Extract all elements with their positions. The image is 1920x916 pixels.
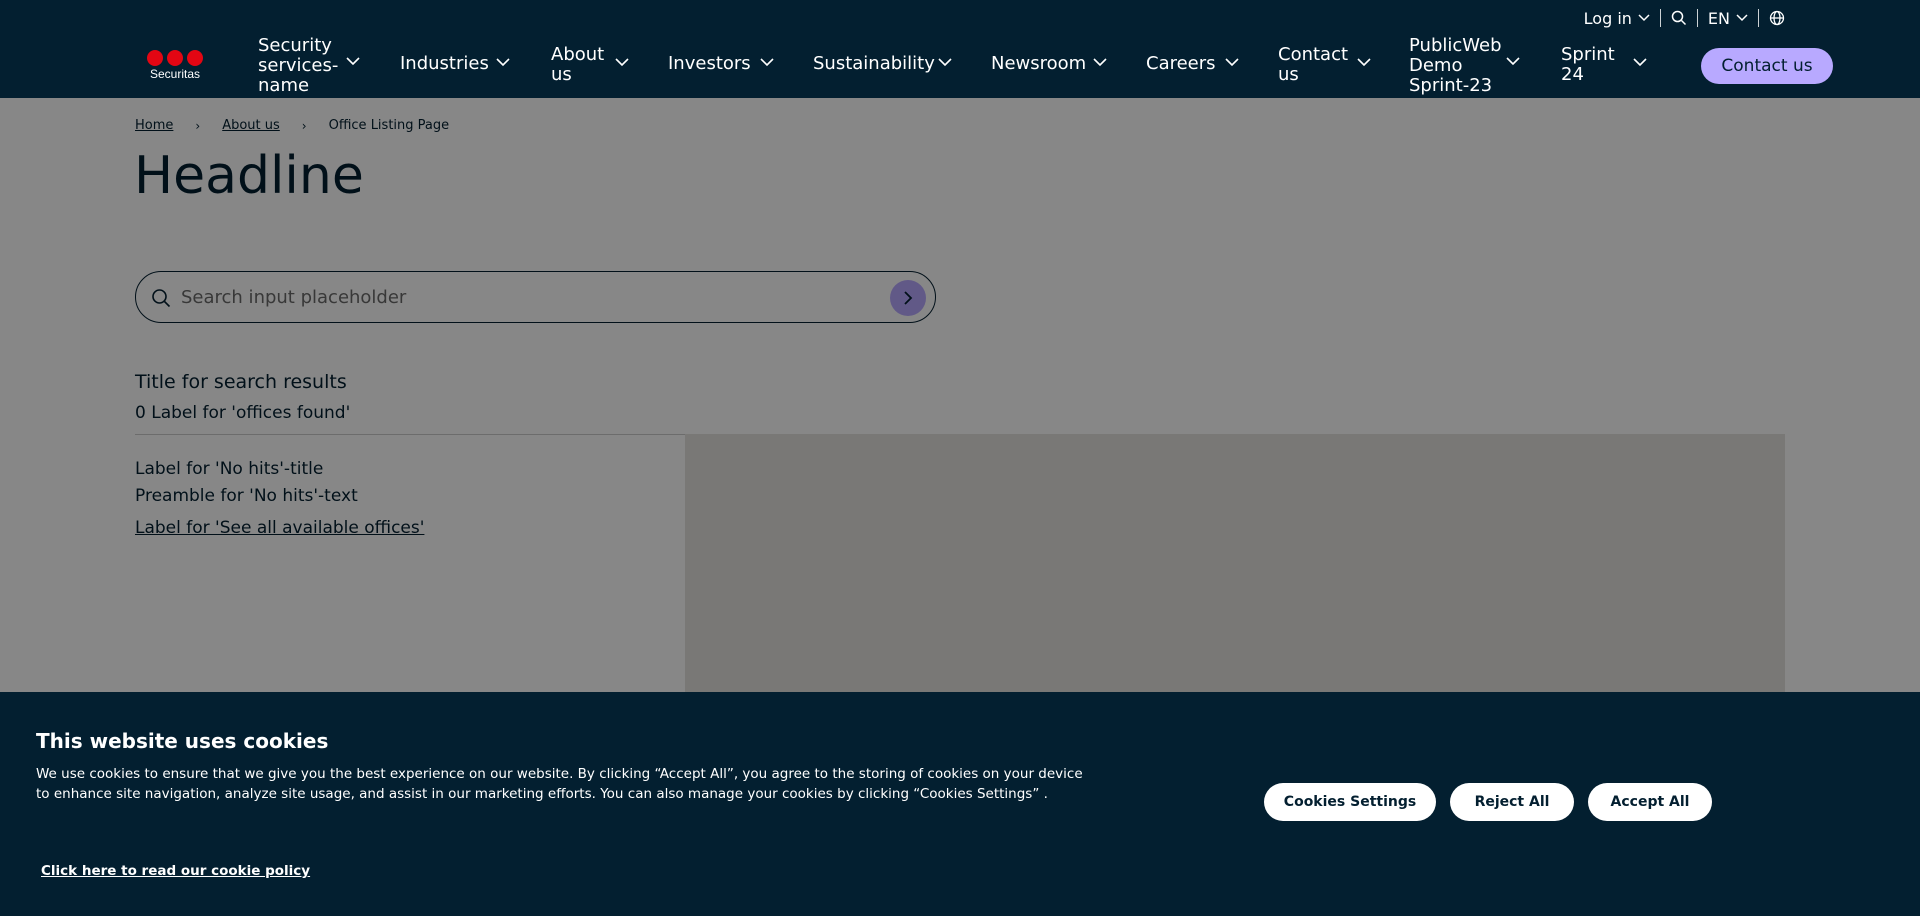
nav-contact-us[interactable]: Contact us [1278,44,1371,85]
nav-investors[interactable]: Investors [668,53,774,74]
securitas-logo[interactable]: Securitas [146,50,204,81]
divider [1696,9,1698,27]
cookie-text: We use cookies to ensure that we give yo… [36,766,1083,802]
chevron-down-icon [1357,58,1371,67]
logo-mark [146,50,204,66]
search-icon [1671,10,1686,26]
reject-all-button[interactable]: Reject All [1450,783,1574,821]
nav-security-services[interactable]: Security services- name [258,35,360,96]
nav-about-us[interactable]: About us [551,44,629,85]
nav-label: Industries [400,53,489,74]
nav-sustainability[interactable]: Sustainability [813,53,952,74]
language-label: EN [1707,8,1730,28]
accept-all-button[interactable]: Accept All [1588,783,1712,821]
chevron-down-icon [1633,58,1647,67]
login-menu[interactable]: Log in [1574,9,1660,28]
contact-us-button[interactable]: Contact us [1701,48,1833,84]
nav-careers[interactable]: Careers [1146,53,1239,74]
nav-sprint-24[interactable]: Sprint 24 [1561,44,1647,85]
divider [1659,9,1661,27]
cookie-banner: This website uses cookies We use cookies… [0,692,1920,916]
chevron-down-icon [615,58,629,67]
nav-label: Security services- name [258,35,339,96]
nav-label: Sprint 24 [1561,44,1615,85]
nav-newsroom[interactable]: Newsroom [991,53,1107,74]
chevron-down-icon [1093,58,1107,67]
divider [1758,9,1759,27]
nav-industries[interactable]: Industries [400,53,510,74]
nav-label: Sustainability [813,53,935,74]
chevron-down-icon [938,58,952,67]
language-menu[interactable]: EN [1698,9,1758,28]
nav-label: PublicWeb Demo Sprint-23 [1409,35,1502,96]
logo-text: Securitas [149,67,201,81]
nav-publicweb-demo[interactable]: PublicWeb Demo Sprint-23 [1409,35,1520,96]
chevron-down-icon [1506,57,1520,66]
login-label: Log in [1583,8,1632,28]
nav-label: About us [551,44,605,85]
site-header: Log in EN Securitas Security services- n… [0,0,1920,98]
cookie-title: This website uses cookies [36,729,329,753]
nav-label: Contact us [1278,44,1349,85]
nav-label: Newsroom [991,53,1087,74]
cookie-policy-link[interactable]: Click here to read our cookie policy [41,863,310,879]
utility-bar: Log in EN [1574,8,1795,28]
chevron-down-icon [1638,14,1650,22]
cookies-settings-button[interactable]: Cookies Settings [1264,783,1436,821]
globe-button[interactable] [1759,10,1795,26]
globe-icon [1769,10,1785,26]
chevron-down-icon [1736,14,1748,22]
chevron-down-icon [346,57,360,66]
nav-label: Careers [1146,53,1216,74]
chevron-down-icon [760,58,774,67]
chevron-down-icon [496,58,510,67]
search-toggle[interactable] [1661,10,1697,26]
chevron-down-icon [1225,58,1239,67]
nav-label: Investors [668,53,751,74]
